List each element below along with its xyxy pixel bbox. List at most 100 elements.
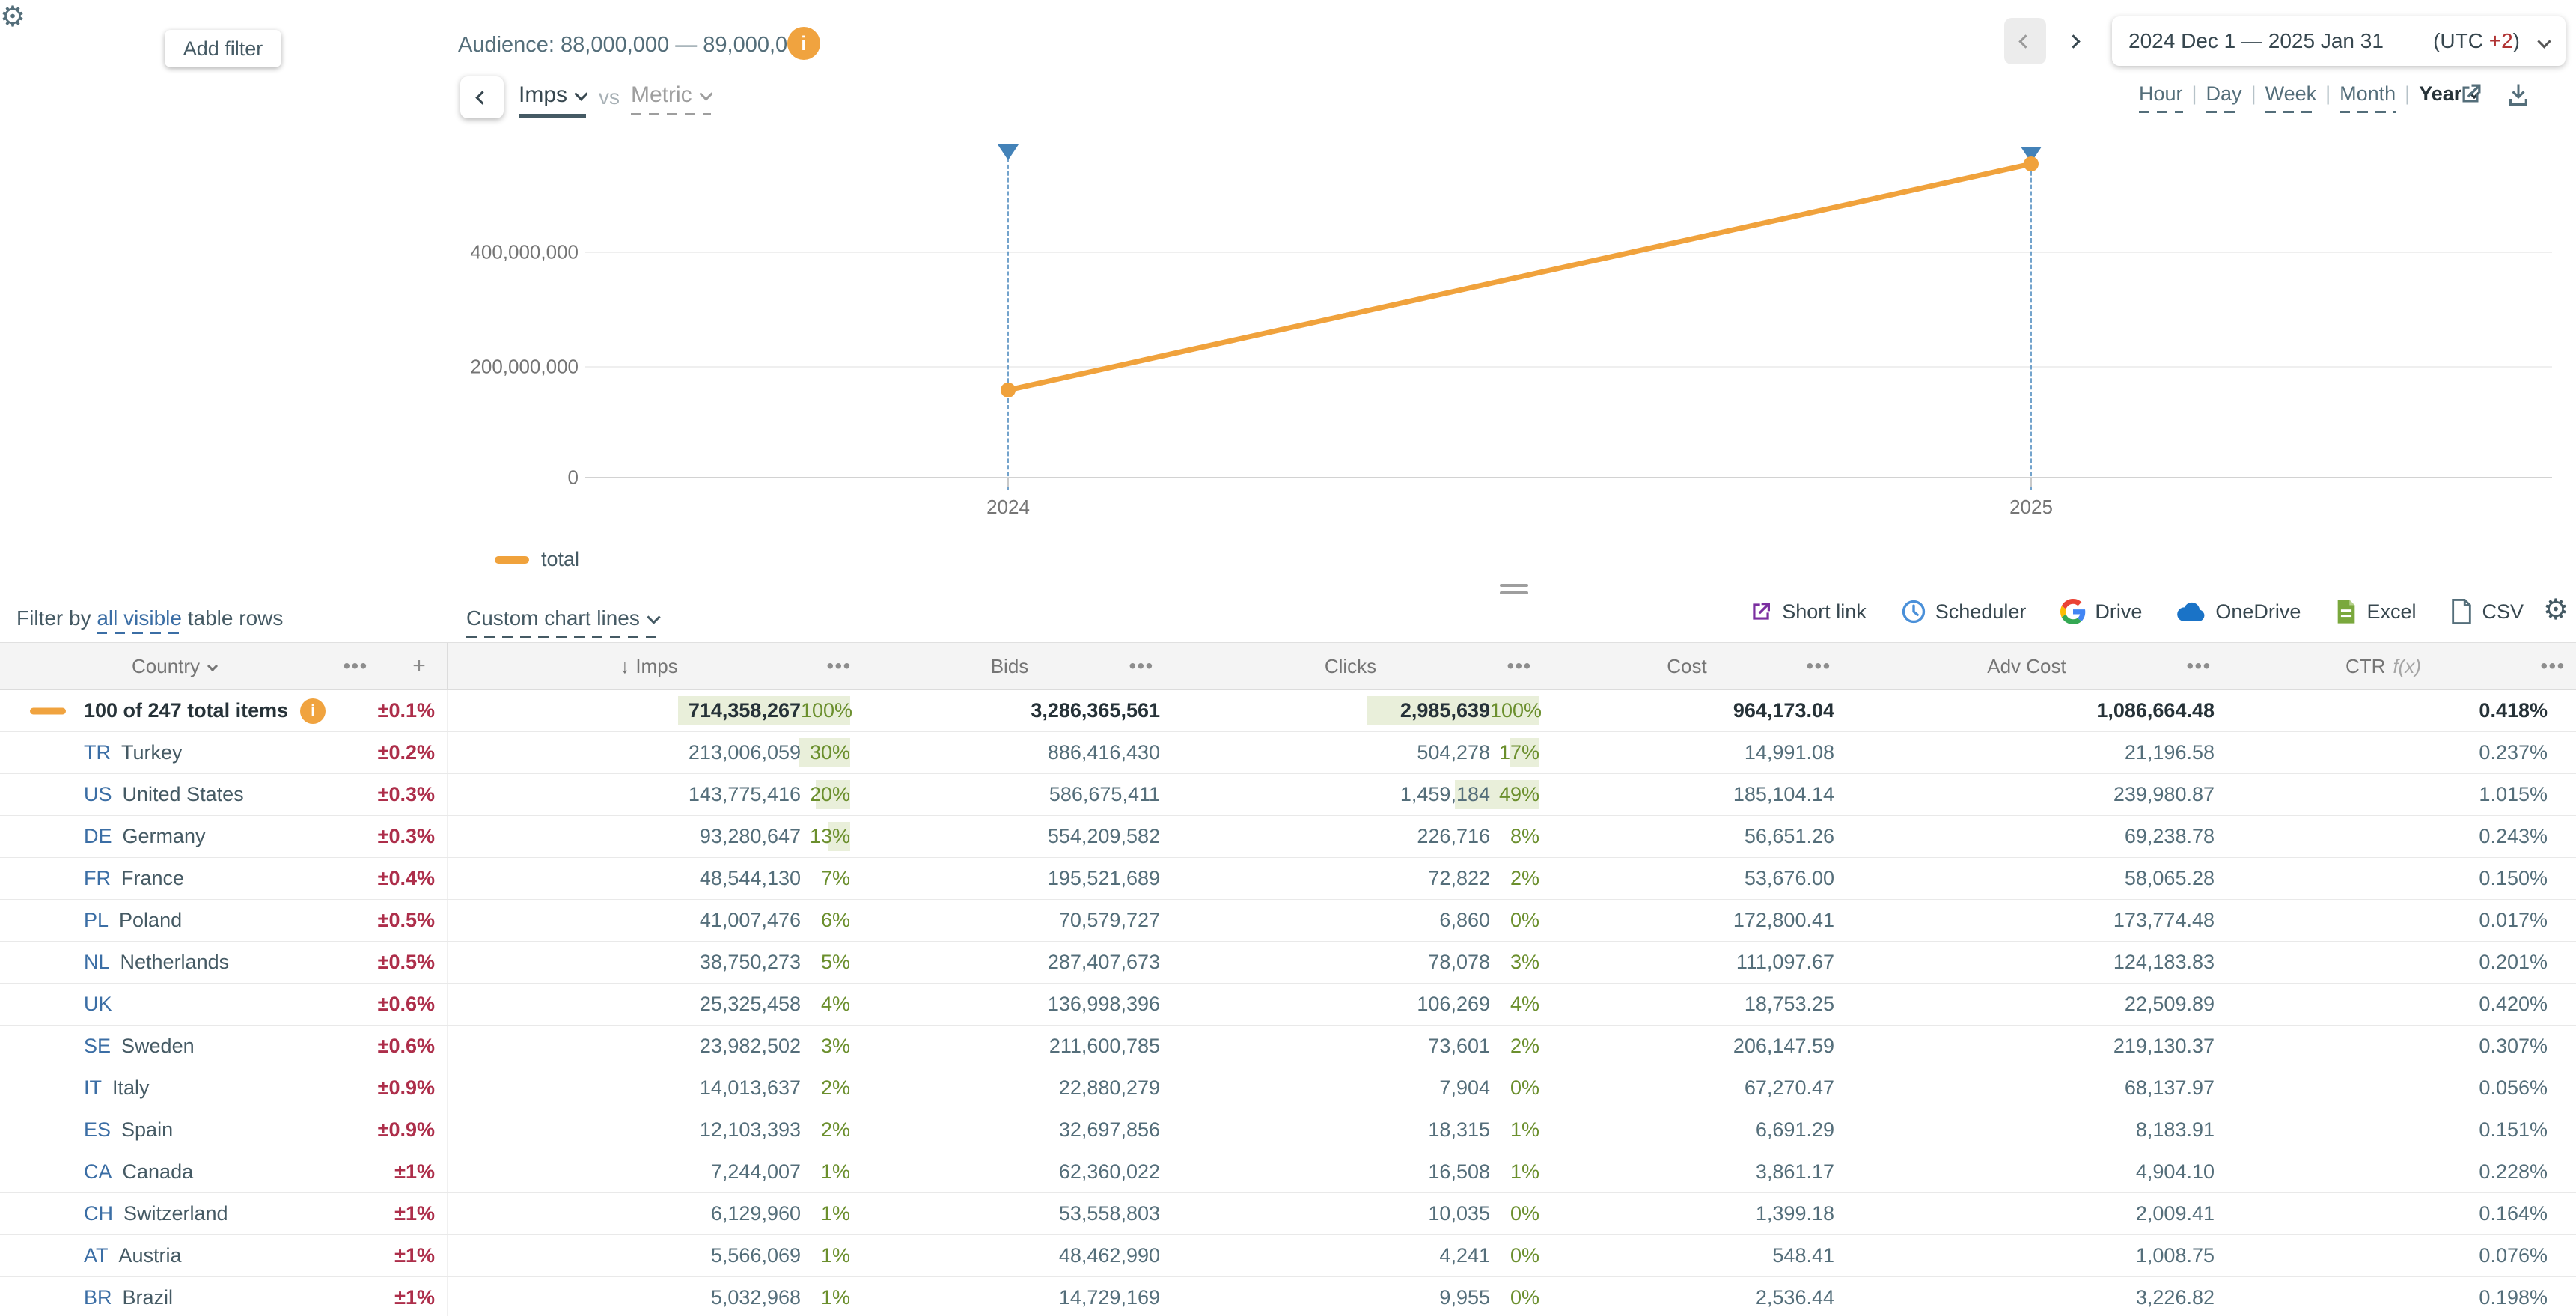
ctr-cell: 0.201% bbox=[2219, 942, 2576, 983]
table-row[interactable]: SESweden±0.6%23,982,5023%211,600,78573,6… bbox=[0, 1026, 2576, 1067]
value: 62,360,022 bbox=[1059, 1160, 1160, 1184]
short-link-button[interactable]: Short link bbox=[1749, 600, 1867, 624]
value: 0.201% bbox=[2479, 951, 2548, 974]
google-drive-button[interactable]: Drive bbox=[2060, 599, 2142, 624]
ctr-cell: 0.076% bbox=[2219, 1235, 2576, 1276]
table-row[interactable]: BRBrazil±1%5,032,9681%14,729,1699,9550%2… bbox=[0, 1277, 2576, 1316]
value: 5,032,968 bbox=[711, 1286, 801, 1309]
margin-of-error-cell: ±0.4% bbox=[391, 858, 448, 899]
filter-all-visible-link[interactable]: all visible bbox=[97, 606, 182, 634]
x-tick-mark bbox=[2030, 478, 2032, 487]
value: 10,035 bbox=[1428, 1202, 1490, 1225]
csv-export-button[interactable]: CSV bbox=[2450, 599, 2524, 624]
chart-resize-handle[interactable] bbox=[1500, 584, 1528, 599]
country-name: Brazil bbox=[123, 1286, 174, 1309]
margin-of-error-value: ±0.2% bbox=[378, 741, 435, 764]
table-row[interactable]: PLPoland±0.5%41,007,4766%70,579,7276,860… bbox=[0, 900, 2576, 942]
date-prev-button[interactable] bbox=[2004, 18, 2046, 64]
table-row[interactable]: ESSpain±0.9%12,103,3932%32,697,85618,315… bbox=[0, 1109, 2576, 1151]
table-row[interactable]: DEGermany±0.3%93,280,64713%554,209,58222… bbox=[0, 816, 2576, 858]
column-header-clicks[interactable]: Clicks ••• bbox=[1162, 643, 1539, 689]
add-filter-button[interactable]: Add filter bbox=[165, 30, 281, 67]
column-header-adv-cost[interactable]: Adv Cost ••• bbox=[1839, 643, 2219, 689]
value: 14,991.08 bbox=[1745, 741, 1834, 764]
country-code: ES bbox=[84, 1118, 111, 1142]
download-icon[interactable] bbox=[2505, 81, 2532, 108]
adv-cell: 22,509.89 bbox=[1839, 984, 2219, 1025]
chart-back-button[interactable] bbox=[460, 76, 504, 118]
clicks-cell: 4,2410% bbox=[1162, 1235, 1539, 1276]
ctr-cell: 0.056% bbox=[2219, 1067, 2576, 1109]
value: 185,104.14 bbox=[1733, 783, 1834, 806]
value: 206,147.59 bbox=[1733, 1035, 1834, 1058]
table-row[interactable]: CACanada±1%7,244,0071%62,360,02216,5081%… bbox=[0, 1151, 2576, 1193]
country-cell: DEGermany bbox=[0, 816, 391, 857]
line-chart: 400,000,000 200,000,000 0 2024 2025 tota… bbox=[0, 135, 2576, 573]
custom-chart-lines-dropdown[interactable]: Custom chart lines bbox=[466, 606, 659, 638]
data-point-2024[interactable] bbox=[1001, 383, 1016, 397]
column-header-cost[interactable]: Cost ••• bbox=[1539, 643, 1839, 689]
table-row[interactable]: NLNetherlands±0.5%38,750,2735%287,407,67… bbox=[0, 942, 2576, 984]
granularity-week[interactable]: Week bbox=[2265, 82, 2317, 113]
granularity-hour[interactable]: Hour bbox=[2139, 82, 2183, 113]
ctr-cell: 0.151% bbox=[2219, 1109, 2576, 1151]
open-in-new-icon[interactable] bbox=[2457, 81, 2484, 108]
column-menu-icon[interactable]: ••• bbox=[1807, 655, 1831, 678]
metric-selector-imps[interactable]: Imps bbox=[519, 82, 586, 118]
table-row[interactable]: TRTurkey±0.2%213,006,05930%886,416,43050… bbox=[0, 732, 2576, 774]
table-row[interactable]: FRFrance±0.4%48,544,1307%195,521,68972,8… bbox=[0, 858, 2576, 900]
cost-cell: 185,104.14 bbox=[1539, 774, 1839, 815]
table-row[interactable]: UK±0.6%25,325,4584%136,998,396106,2694%1… bbox=[0, 984, 2576, 1026]
bids-cell: 136,998,396 bbox=[859, 984, 1162, 1025]
info-icon[interactable]: i bbox=[300, 698, 326, 724]
column-menu-icon[interactable]: ••• bbox=[1507, 655, 1532, 678]
bids-cell: 211,600,785 bbox=[859, 1026, 1162, 1067]
value: 16,508 bbox=[1428, 1160, 1490, 1184]
column-header-bids[interactable]: Bids ••• bbox=[859, 643, 1162, 689]
export-label: Scheduler bbox=[1935, 600, 2027, 624]
table-row[interactable]: USUnited States±0.3%143,775,41620%586,67… bbox=[0, 774, 2576, 816]
date-range-value: 2024 Dec 1 — 2025 Jan 31 bbox=[2128, 29, 2384, 53]
info-icon[interactable]: i bbox=[787, 27, 820, 60]
metric-selector-compare[interactable]: Metric bbox=[631, 82, 711, 115]
granularity-month[interactable]: Month bbox=[2340, 82, 2396, 113]
export-label: OneDrive bbox=[2215, 600, 2301, 624]
granularity-day[interactable]: Day bbox=[2206, 82, 2242, 113]
value: 111,097.67 bbox=[1736, 951, 1834, 974]
excel-export-button[interactable]: Excel bbox=[2335, 599, 2416, 624]
audience-summary: Audience: 88,000,000 — 89,000,000 bbox=[458, 33, 811, 58]
column-menu-icon[interactable]: ••• bbox=[827, 655, 852, 678]
adv-cell: 3,226.82 bbox=[1839, 1277, 2219, 1316]
scheduler-button[interactable]: Scheduler bbox=[1901, 599, 2027, 624]
column-header-add-metric[interactable]: + bbox=[391, 643, 448, 689]
column-menu-icon[interactable]: ••• bbox=[2541, 655, 2566, 678]
onedrive-button[interactable]: OneDrive bbox=[2176, 600, 2301, 624]
data-point-2025[interactable] bbox=[2024, 156, 2039, 171]
table-row[interactable]: ATAustria±1%5,566,0691%48,462,9904,2410%… bbox=[0, 1235, 2576, 1277]
margin-of-error-cell: ±0.1% bbox=[391, 690, 448, 731]
gear-icon[interactable]: ⚙ bbox=[2543, 593, 2569, 627]
ctr-cell: 0.164% bbox=[2219, 1193, 2576, 1234]
table-row[interactable]: CHSwitzerland±1%6,129,9601%53,558,80310,… bbox=[0, 1193, 2576, 1235]
chevron-right-icon bbox=[2066, 34, 2080, 48]
ctr-cell: 0.017% bbox=[2219, 900, 2576, 941]
column-menu-icon[interactable]: ••• bbox=[2187, 655, 2212, 678]
date-range-picker[interactable]: 2024 Dec 1 — 2025 Jan 31 (UTC +2) bbox=[2112, 16, 2566, 66]
column-menu-icon[interactable]: ••• bbox=[1129, 655, 1154, 678]
chart-legend[interactable]: total bbox=[495, 548, 579, 571]
value: 8,183.91 bbox=[2136, 1118, 2215, 1142]
column-header-country[interactable]: Country ••• bbox=[0, 643, 391, 689]
value: 73,601 bbox=[1428, 1035, 1490, 1058]
value: 56,651.26 bbox=[1745, 825, 1834, 848]
column-header-imps[interactable]: ↓ Imps ••• bbox=[448, 643, 859, 689]
table-row[interactable]: 100 of 247 total itemsi±0.1%714,358,2671… bbox=[0, 690, 2576, 732]
table-row[interactable]: ITItaly±0.9%14,013,6372%22,880,2797,9040… bbox=[0, 1067, 2576, 1109]
margin-of-error-value: ±0.4% bbox=[378, 867, 435, 890]
date-next-button[interactable] bbox=[2057, 18, 2090, 64]
column-menu-icon[interactable]: ••• bbox=[344, 655, 368, 678]
value: 106,269 bbox=[1417, 993, 1490, 1016]
margin-of-error-value: ±0.3% bbox=[378, 783, 435, 806]
cost-cell: 67,270.47 bbox=[1539, 1067, 1839, 1109]
column-header-ctr[interactable]: CTR f(x) ••• bbox=[2219, 643, 2576, 689]
country-code: US bbox=[84, 783, 112, 806]
